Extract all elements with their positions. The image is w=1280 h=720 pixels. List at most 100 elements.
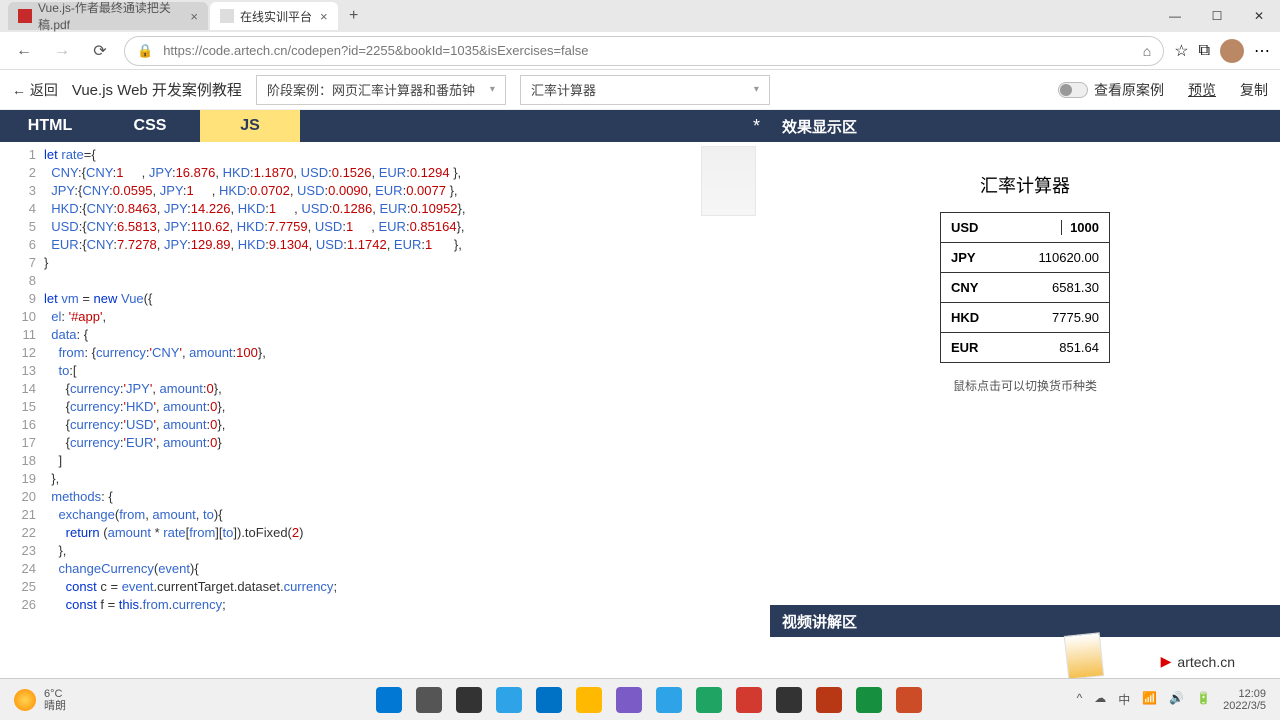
chevron-down-icon: ▾ [754,84,759,95]
maximize-button[interactable]: ☐ [1196,2,1238,30]
tab-active[interactable]: 在线实训平台 × [210,2,338,30]
effect-header: 效果显示区 [770,110,1280,142]
favorites-icon[interactable]: ☆ [1174,41,1188,61]
time: 12:09 [1238,688,1266,700]
wifi-icon[interactable]: 📶 [1142,691,1157,708]
chevron-down-icon: ▾ [490,84,495,95]
amount-value: 851.64 [1059,340,1099,355]
back-button[interactable]: ← [10,37,38,65]
course-title: Vue.js Web 开发案例教程 [72,79,242,100]
copy-button[interactable]: 复制 [1240,80,1268,100]
amount-input[interactable]: 1000 [1061,220,1099,235]
currency-code: CNY [951,280,991,295]
show-answer-toggle[interactable]: 查看原案例 [1058,80,1164,100]
taskbar-app-0[interactable] [376,687,402,713]
video-panel: 视频讲解区 [770,605,1280,634]
calc-row[interactable]: CNY6581.30 [941,272,1109,302]
watermark-text: artech.cn [1177,654,1235,670]
tab-css[interactable]: CSS [100,110,200,142]
toggle-icon [1058,82,1088,98]
window-controls: — ☐ ✕ [1154,2,1280,30]
more-icon[interactable]: ⋯ [1254,41,1270,61]
url-text: https://code.artech.cn/codepen?id=2255&b… [163,43,588,58]
calc-row[interactable]: USD 1000 [941,213,1109,242]
taskbar-app-12[interactable] [856,687,882,713]
volume-icon[interactable]: 🔊 [1169,691,1184,708]
taskbar-app-4[interactable] [536,687,562,713]
chapter-select[interactable]: 阶段案例：网页汇率计算器和番茄钟 ▾ [256,75,506,105]
exercise-select[interactable]: 汇率计算器 ▾ [520,75,770,105]
back-link[interactable]: ← 返回 [12,80,58,100]
close-icon[interactable]: × [320,9,328,24]
taskbar-app-9[interactable] [736,687,762,713]
header-actions: 查看原案例 预览 复制 [1058,80,1268,100]
battery-icon[interactable]: 🔋 [1196,691,1211,708]
right-panel: 效果显示区 汇率计算器 USD1000JPY110620.00CNY6581.3… [770,110,1280,634]
tab-html[interactable]: HTML [0,110,100,142]
tab-js[interactable]: JS [200,110,300,142]
forward-button[interactable]: → [48,37,76,65]
tab-title: Vue.js-作者最终通读把关稿.pdf [38,0,182,33]
preview-link[interactable]: 预览 [1188,80,1216,100]
calculator-box: USD1000JPY110620.00CNY6581.30HKD7775.90E… [940,212,1110,363]
weather-widget[interactable]: 6°C 晴朗 [14,688,66,712]
minimap[interactable] [701,146,756,216]
course-header: ← 返回 Vue.js Web 开发案例教程 阶段案例：网页汇率计算器和番茄钟 … [0,70,1280,110]
profile-avatar[interactable] [1220,39,1244,63]
chevron-up-icon[interactable]: ^ [1077,691,1083,708]
taskbar-app-11[interactable] [816,687,842,713]
tray-icons: ^ ☁ 中 📶 🔊 🔋 [1077,691,1212,708]
reader-icon[interactable]: ⌂ [1143,43,1151,59]
modified-indicator: * [753,116,760,137]
browser-tab-strip: Vue.js-作者最终通读把关稿.pdf × 在线实训平台 × + — ☐ ✕ [0,0,1280,32]
show-answer-label: 查看原案例 [1094,80,1164,100]
taskbar-app-7[interactable] [656,687,682,713]
tab-title: 在线实训平台 [240,8,312,25]
tab-inactive[interactable]: Vue.js-作者最终通读把关稿.pdf × [8,2,208,30]
page-icon [220,9,234,23]
taskbar-app-1[interactable] [416,687,442,713]
code-tab-bar: HTML CSS JS * [0,110,770,142]
exercise-select-value: 汇率计算器 [531,80,596,99]
new-tab-button[interactable]: + [340,2,368,30]
address-bar[interactable]: 🔒 https://code.artech.cn/codepen?id=2255… [124,36,1164,66]
code-panel: HTML CSS JS * 12345678910111213141516171… [0,110,770,634]
clock[interactable]: 12:09 2022/3/5 [1223,688,1266,712]
currency-code: HKD [951,310,991,325]
calc-row[interactable]: HKD7775.90 [941,302,1109,332]
currency-code: EUR [951,340,991,355]
close-window-button[interactable]: ✕ [1238,2,1280,30]
play-icon: ▶ [1161,653,1172,670]
onedrive-icon[interactable]: ☁ [1094,691,1106,708]
taskbar-app-8[interactable] [696,687,722,713]
close-icon[interactable]: × [190,9,198,24]
minimize-button[interactable]: — [1154,2,1196,30]
browser-nav-bar: ← → ⟳ 🔒 https://code.artech.cn/codepen?i… [0,32,1280,70]
book-thumbnail [1064,632,1104,680]
taskbar-app-2[interactable] [456,687,482,713]
taskbar-app-6[interactable] [616,687,642,713]
editor-area: HTML CSS JS * 12345678910111213141516171… [0,110,1280,634]
calc-row[interactable]: EUR 851.64 [941,332,1109,362]
currency-code: USD [951,220,991,235]
taskbar: 6°C 晴朗 ^ ☁ 中 📶 🔊 🔋 12:09 2022/3/5 [0,678,1280,720]
taskbar-apps [376,687,922,713]
lock-icon: 🔒 [137,43,153,59]
code-text[interactable]: let rate={ CNY:{CNY:1 , JPY:16.876, HKD:… [44,142,770,634]
lang-icon[interactable]: 中 [1118,691,1130,708]
code-editor[interactable]: 1234567891011121314151617181920212223242… [0,142,770,634]
taskbar-app-5[interactable] [576,687,602,713]
taskbar-app-13[interactable] [896,687,922,713]
line-gutter: 1234567891011121314151617181920212223242… [0,142,44,634]
weather-desc: 晴朗 [44,700,66,712]
watermark: ▶ artech.cn [1161,653,1235,670]
calc-row[interactable]: JPY110620.00 [941,242,1109,272]
reload-button[interactable]: ⟳ [86,37,114,65]
collections-icon[interactable]: ⧉ [1199,42,1210,60]
preview-frame: 汇率计算器 USD1000JPY110620.00CNY6581.30HKD77… [770,142,1280,605]
date: 2022/3/5 [1223,700,1266,712]
calc-hint: 鼠标点击可以切换货币种类 [953,377,1097,394]
taskbar-app-10[interactable] [776,687,802,713]
taskbar-app-3[interactable] [496,687,522,713]
sun-icon [14,689,36,711]
